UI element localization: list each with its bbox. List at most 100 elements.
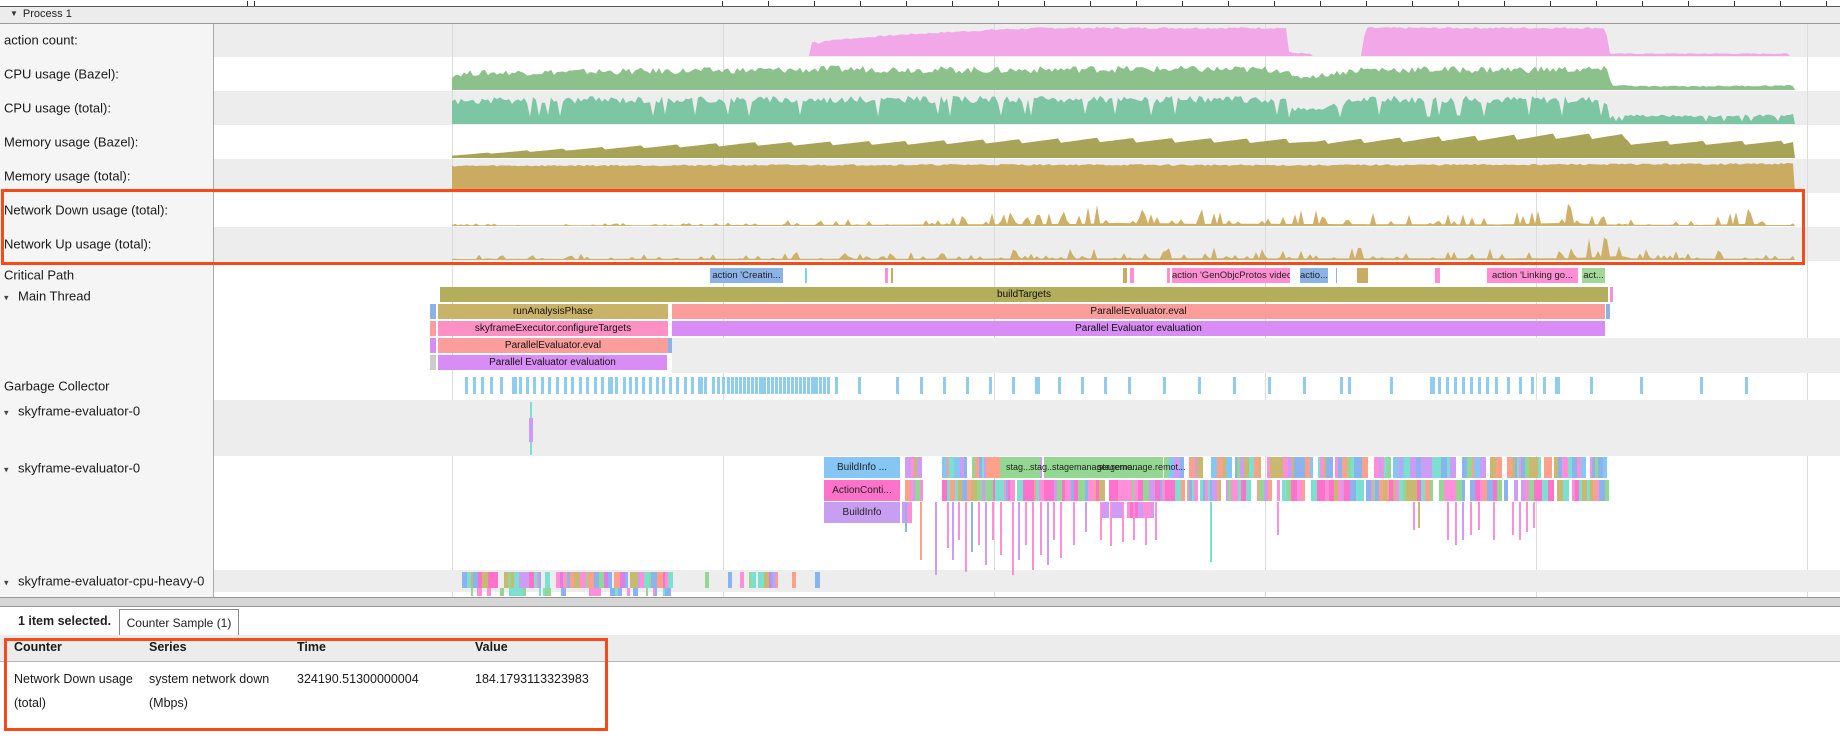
gc-tick[interactable]: [704, 377, 707, 394]
main-thread-slice[interactable]: Parallel Evaluator evaluation: [672, 321, 1605, 336]
gc-tick[interactable]: [676, 377, 679, 394]
counter-chart-cpu-usage-bazel-[interactable]: [452, 60, 1797, 90]
gc-tick[interactable]: [684, 377, 687, 394]
gc-tick[interactable]: [526, 377, 529, 394]
cpu-heavy-band[interactable]: [213, 570, 1840, 592]
gc-tick[interactable]: [669, 377, 672, 394]
cpu-heavy-dense[interactable]: [608, 572, 612, 588]
gc-tick[interactable]: [571, 377, 574, 394]
thread-label-3[interactable]: ▾skyframe-evaluator-0: [4, 404, 140, 419]
gc-tick[interactable]: [1700, 377, 1703, 394]
gc-tick[interactable]: [691, 377, 694, 394]
gc-tick[interactable]: [896, 377, 899, 394]
critical-path-sliver[interactable]: [1167, 268, 1170, 283]
gc-tick[interactable]: [541, 377, 544, 394]
skyframe-dense[interactable]: [1462, 480, 1465, 501]
gc-tick[interactable]: [1470, 377, 1473, 394]
main-thread-slice[interactable]: runAnalysisPhase: [438, 304, 668, 319]
skyframe-dense[interactable]: [1362, 480, 1364, 501]
collapse-arrow-icon[interactable]: ▾: [4, 578, 18, 589]
collapse-arrow-icon[interactable]: ▾: [4, 293, 18, 304]
gc-tick[interactable]: [819, 377, 822, 394]
skyframe1-tick[interactable]: [529, 418, 533, 442]
cpu-heavy-dense[interactable]: [539, 572, 541, 588]
gc-tick[interactable]: [799, 377, 802, 394]
cpu-heavy-sub[interactable]: [545, 588, 551, 596]
gc-tick[interactable]: [1268, 377, 1271, 394]
skyframe-dense[interactable]: [1105, 502, 1109, 518]
cpu-heavy-sparse[interactable]: [705, 572, 709, 588]
gc-tick[interactable]: [579, 377, 582, 394]
skyframe-dense[interactable]: [964, 457, 967, 478]
gc-tick[interactable]: [787, 377, 790, 394]
skyframe-dense[interactable]: [1194, 480, 1198, 501]
skyframe-dense[interactable]: [1497, 480, 1502, 501]
gc-tick[interactable]: [755, 377, 758, 394]
gc-tick[interactable]: [465, 377, 468, 394]
gc-tick[interactable]: [712, 377, 715, 394]
main-thread-sliver[interactable]: [1606, 304, 1610, 319]
skyframe-dense[interactable]: [1563, 480, 1569, 501]
cpu-heavy-sub[interactable]: [618, 588, 622, 596]
cpu-heavy-sub[interactable]: [646, 588, 648, 596]
critical-path-sliver[interactable]: [1123, 268, 1127, 283]
skyframe-dense[interactable]: [1277, 480, 1280, 501]
gc-tick[interactable]: [1198, 377, 1201, 394]
gc-tick[interactable]: [1438, 377, 1441, 394]
skyframe-dense[interactable]: [1480, 457, 1486, 478]
gc-tick[interactable]: [739, 377, 742, 394]
gc-tick[interactable]: [512, 377, 517, 394]
gc-tick[interactable]: [1035, 377, 1040, 394]
timeline-canvas[interactable]: action 'Creatin...action 'GenObjcProtos …: [213, 22, 1840, 597]
skyframe-dense[interactable]: [1362, 457, 1368, 478]
gc-tick[interactable]: [743, 377, 746, 394]
critical-path-sliver[interactable]: [805, 268, 807, 283]
gc-tick[interactable]: [803, 377, 806, 394]
critical-path-slice[interactable]: act...: [1582, 268, 1605, 283]
gc-tick[interactable]: [823, 377, 826, 394]
gc-tick[interactable]: [783, 377, 786, 394]
gc-tick[interactable]: [1495, 377, 1498, 394]
gc-tick[interactable]: [1081, 377, 1084, 394]
skyframe-dense[interactable]: [1504, 480, 1508, 501]
gc-tick[interactable]: [519, 377, 522, 394]
gc-tick[interactable]: [827, 377, 830, 394]
cpu-heavy-dense[interactable]: [545, 572, 550, 588]
gc-tick[interactable]: [1454, 377, 1457, 394]
main-thread-sliver[interactable]: [430, 338, 436, 353]
cpu-heavy-sub[interactable]: [627, 588, 630, 596]
gc-tick[interactable]: [1745, 377, 1748, 394]
skyframe-dense[interactable]: [1310, 457, 1313, 478]
collapse-arrow-icon[interactable]: ▼: [10, 9, 18, 18]
thread-label-5[interactable]: ▾skyframe-evaluator-cpu-heavy-0: [4, 574, 204, 589]
gc-tick[interactable]: [1543, 377, 1546, 394]
cpu-heavy-sparse[interactable]: [776, 572, 778, 588]
main-thread-sliver[interactable]: [668, 338, 672, 353]
gc-tick[interactable]: [629, 377, 632, 394]
gc-tick[interactable]: [490, 377, 493, 394]
gc-tick[interactable]: [858, 377, 861, 394]
critical-path-slice[interactable]: action 'GenObjcProtos video/...: [1172, 268, 1290, 283]
gc-tick[interactable]: [662, 377, 665, 394]
gc-tick[interactable]: [656, 377, 659, 394]
gc-tick[interactable]: [1390, 377, 1393, 394]
gc-tick[interactable]: [815, 377, 818, 394]
gc-tick[interactable]: [791, 377, 794, 394]
cpu-heavy-sub[interactable]: [477, 588, 482, 596]
gc-tick[interactable]: [1233, 377, 1236, 394]
counter-chart-memory-usage-total-[interactable]: [452, 162, 1797, 192]
gc-tick[interactable]: [1430, 377, 1435, 394]
gc-tick[interactable]: [556, 377, 559, 394]
skyframe-dense[interactable]: [1268, 480, 1272, 501]
cpu-heavy-dense[interactable]: [625, 572, 628, 588]
skyframe-dense[interactable]: [1219, 480, 1221, 501]
gc-tick[interactable]: [1104, 377, 1107, 394]
gc-tick[interactable]: [698, 377, 703, 394]
gc-tick[interactable]: [1478, 377, 1481, 394]
tab-counter-sample[interactable]: Counter Sample (1): [119, 609, 239, 636]
skyframe-slice-label[interactable]: BuildInfo: [824, 502, 900, 523]
gc-tick[interactable]: [649, 377, 652, 394]
gc-tick[interactable]: [989, 377, 992, 394]
cpu-heavy-dense[interactable]: [493, 572, 498, 588]
counter-chart-cpu-usage-total-[interactable]: [452, 94, 1797, 124]
